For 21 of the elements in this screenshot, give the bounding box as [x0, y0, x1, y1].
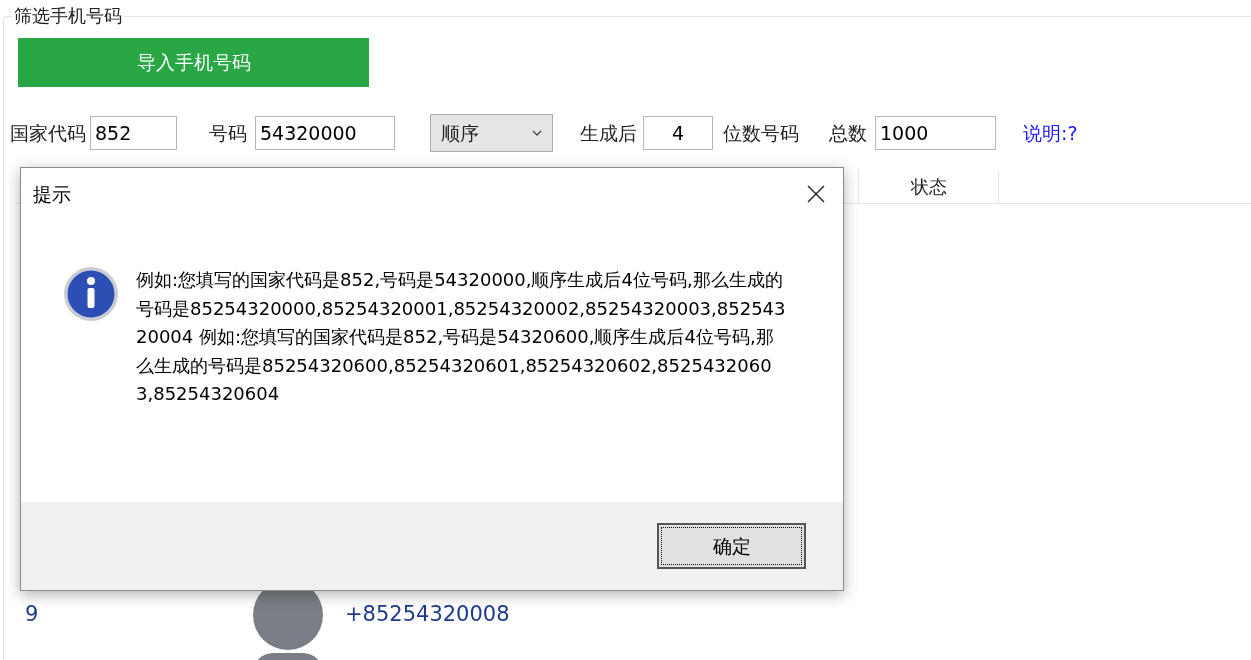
- total-field[interactable]: 1000: [875, 116, 996, 150]
- digits-field[interactable]: 4: [643, 116, 713, 150]
- close-icon[interactable]: [807, 185, 825, 203]
- help-link[interactable]: 说明:?: [1023, 118, 1078, 148]
- field-label: 国家代码: [10, 120, 86, 146]
- field-label: 总数: [829, 120, 867, 146]
- field-label: 号码: [209, 120, 247, 146]
- column-header: 状态: [858, 170, 999, 203]
- dialog-title: 提示: [33, 181, 71, 207]
- chevron-down-icon: [532, 130, 542, 136]
- ok-button[interactable]: 确定: [657, 523, 806, 569]
- info-icon: [63, 266, 119, 322]
- group-title: 筛选手机号码: [12, 4, 124, 28]
- order-dropdown[interactable]: 顺序: [430, 114, 553, 152]
- number-field[interactable]: 54320000: [255, 116, 395, 150]
- field-label: 位数号码: [723, 120, 799, 146]
- field-label: 生成后: [580, 120, 637, 146]
- country-code-field[interactable]: 852: [90, 116, 177, 150]
- phone-number: +85254320008: [345, 601, 510, 629]
- row-index: 9: [25, 601, 40, 629]
- dialog-message: 例如:您填写的国家代码是852,号码是54320000,顺序生成后4位号码,那么生成的号码是85254320000,85254320001,85254320002,85254320003,85254320004 例如:您填写的国家代码是852,号码是54320600,顺序生成后4位号码,那么生成的号码是85254320600,85254320601,85254320602,85254320603,85254320604: [136, 268, 786, 406]
